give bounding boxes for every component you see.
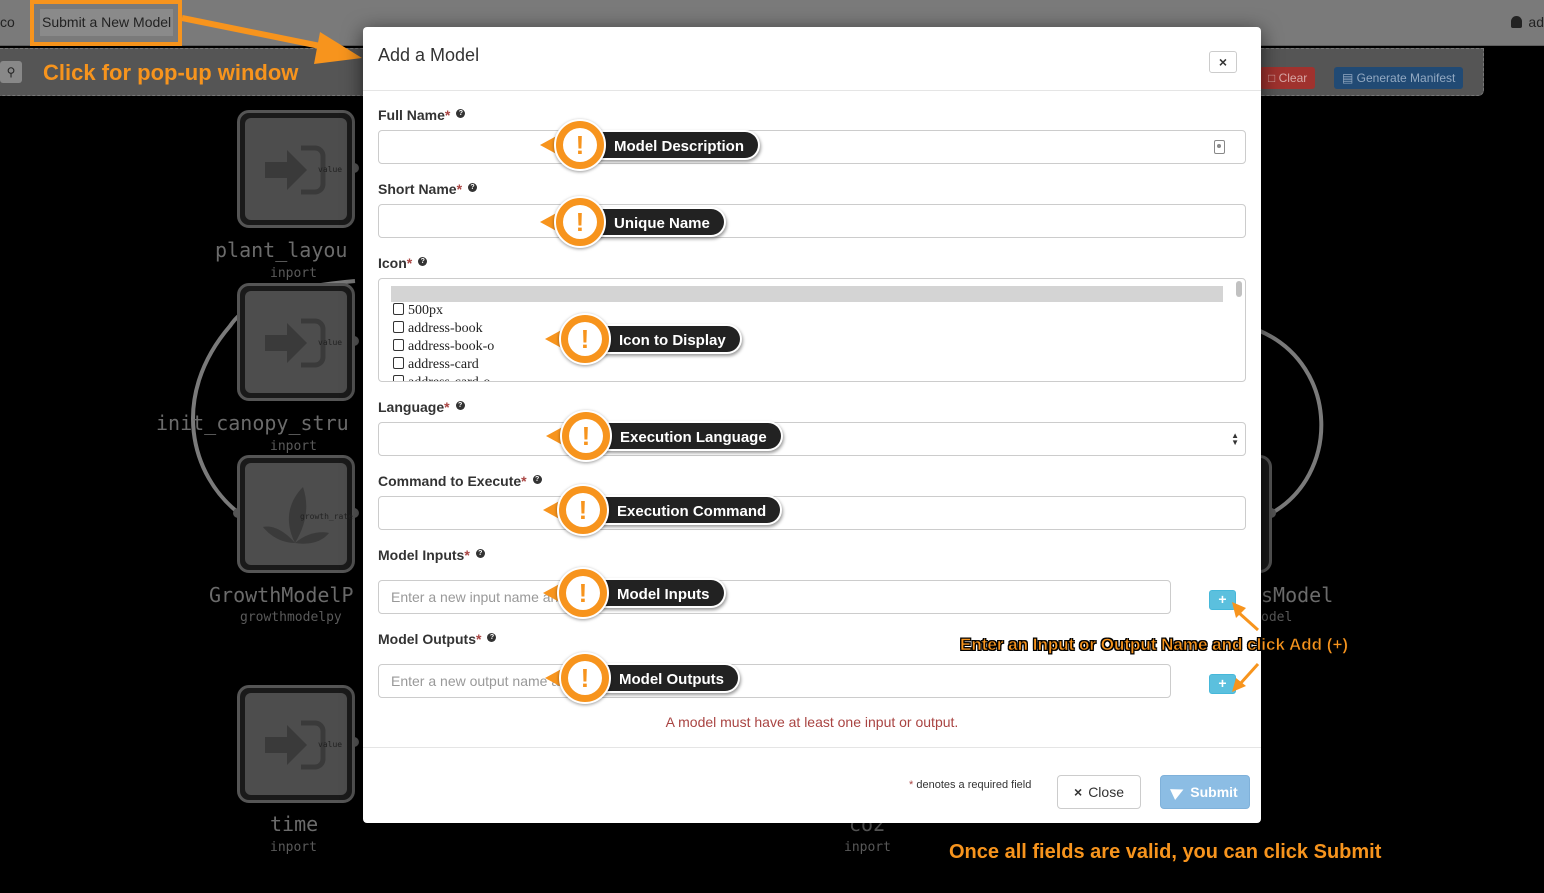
node-type: inport <box>844 840 891 855</box>
language-label: Language*? <box>378 399 465 415</box>
workflow-node[interactable]: value <box>237 685 355 803</box>
annotation-arrow <box>181 15 362 64</box>
address-book-icon <box>393 321 404 333</box>
required-mark: * <box>444 107 451 123</box>
icon-label: Icon*? <box>378 255 428 271</box>
address-book-o-icon <box>393 339 404 351</box>
alert-icon: ! <box>557 484 609 536</box>
help-icon[interactable]: ? <box>532 475 542 484</box>
help-icon[interactable]: ? <box>475 549 485 558</box>
add-model-dialog: Add a Model × Full Name*? Short Name*? I… <box>363 27 1261 823</box>
command-label: Command to Execute*? <box>378 473 542 489</box>
validation-error: A model must have at least one input or … <box>665 714 959 730</box>
port-label: value <box>318 740 343 749</box>
close-icon: × <box>1074 784 1083 800</box>
new-output-field[interactable]: Enter a new output name and click + on t… <box>378 664 1171 698</box>
node-title: plant_layou <box>215 238 348 262</box>
annotation-add: Enter an Input or Output Name and click … <box>960 635 1349 655</box>
alert-icon: ! <box>559 652 611 704</box>
icon-select-list[interactable]: 500px address-book address-book-o addres… <box>378 278 1246 382</box>
icon-option[interactable]: address-book <box>393 321 483 339</box>
annotation-submit: Once all fields are valid, you can click… <box>949 841 1382 863</box>
help-icon[interactable]: ? <box>456 109 466 118</box>
workflow-node[interactable]: value <box>237 110 355 228</box>
close-button[interactable]: × Close <box>1057 775 1141 809</box>
alert-icon: ! <box>554 119 606 171</box>
icon-option[interactable]: address-card-o <box>393 375 490 381</box>
alert-icon: ! <box>557 567 609 619</box>
icon-option-empty[interactable] <box>391 286 1223 302</box>
file-icon: ▤ <box>1342 71 1357 85</box>
trash-icon: □ <box>1268 71 1279 85</box>
short-name-input[interactable] <box>378 204 1246 238</box>
node-title: sModel <box>1261 583 1334 607</box>
user-icon <box>1511 16 1523 28</box>
node-type: growthmodelpy <box>240 610 342 625</box>
user-menu[interactable]: ad <box>1511 14 1544 30</box>
address-card-o-icon <box>393 375 404 381</box>
modal-header: Add a Model × <box>363 27 1261 91</box>
select-arrows-icon: ▲ ▼ <box>1231 431 1239 447</box>
full-name-label: Full Name*? <box>378 107 466 123</box>
help-icon[interactable]: ? <box>468 183 478 192</box>
send-icon <box>1170 784 1187 800</box>
model-outputs-label: Model Outputs*? <box>378 631 497 647</box>
model-inputs-label: Model Inputs*? <box>378 547 485 563</box>
icon-option[interactable]: 500px <box>393 303 443 321</box>
submit-button[interactable]: Submit <box>1160 775 1250 809</box>
icon-option[interactable]: address-book-o <box>393 339 494 357</box>
brand-name[interactable]: co <box>0 14 15 30</box>
clear-button[interactable]: □ Clear <box>1260 67 1316 89</box>
node-title: GrowthModelP <box>209 583 354 607</box>
modal-footer: * denotes a required field × Close Submit <box>363 747 1261 823</box>
close-icon[interactable]: × <box>1209 51 1237 73</box>
port-label: value <box>318 165 343 174</box>
address-card-icon <box>393 357 404 369</box>
500px-icon <box>393 303 404 315</box>
port-label: growth_rate <box>300 512 353 521</box>
help-icon[interactable]: ? <box>487 633 497 642</box>
node-type: inport <box>270 439 317 454</box>
help-icon[interactable]: ? <box>455 401 465 410</box>
generate-manifest-button[interactable]: ▤ Generate Manifest <box>1334 67 1464 89</box>
short-name-label: Short Name*? <box>378 181 478 197</box>
workflow-node[interactable]: value <box>237 283 355 401</box>
icon-option[interactable]: address-card <box>393 357 479 375</box>
command-input[interactable] <box>378 496 1246 530</box>
node-title: init_canopy_stru <box>156 411 349 435</box>
language-select[interactable]: ▲ ▼ <box>378 422 1246 456</box>
port-label: value <box>318 338 343 347</box>
contacts-icon <box>1214 140 1225 154</box>
search-icon[interactable]: ⚲ <box>0 61 22 83</box>
workflow-node[interactable]: growth_rate <box>237 455 355 573</box>
new-input-field[interactable]: Enter a new input name and click + on th… <box>378 580 1171 614</box>
alert-icon: ! <box>560 410 612 462</box>
user-name: ad <box>1528 14 1544 30</box>
alert-icon: ! <box>559 313 611 365</box>
scrollbar-thumb[interactable] <box>1236 281 1242 297</box>
alert-icon: ! <box>554 196 606 248</box>
node-type: inport <box>270 266 317 281</box>
node-title: time <box>270 812 319 836</box>
annotation-arrows <box>1232 602 1260 692</box>
help-icon[interactable]: ? <box>418 257 428 266</box>
node-type: inport <box>270 840 317 855</box>
highlight-box <box>30 0 182 46</box>
full-name-input[interactable] <box>378 130 1246 164</box>
required-note: * denotes a required field <box>909 779 1032 791</box>
modal-title: Add a Model <box>378 45 480 65</box>
